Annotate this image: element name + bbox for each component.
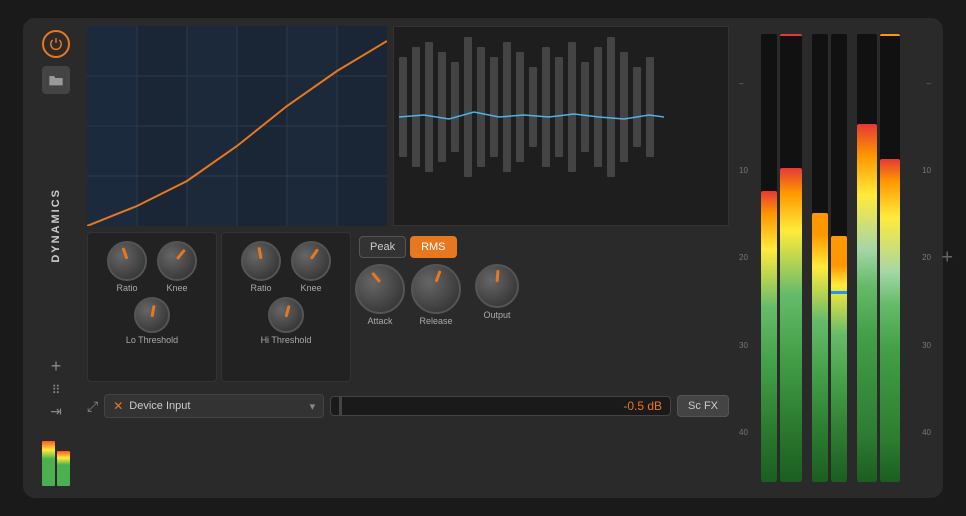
- db-display: -0.5 dB: [330, 396, 671, 416]
- hi-knee-label: Knee: [300, 283, 321, 293]
- device-drag-icon: ⤢: [87, 398, 98, 415]
- attack-release-output: Attack Release Output: [355, 264, 729, 326]
- vu-scale-left: – 10 20 30 40: [739, 30, 759, 486]
- dropdown-chevron: ▾: [310, 400, 316, 413]
- top-row: [87, 26, 729, 226]
- vu-scale-right: – 10 20 30 40: [911, 30, 931, 486]
- output-label: Output: [483, 310, 510, 320]
- hi-threshold-knob-item: Hi Threshold: [261, 297, 312, 345]
- waveform-display: [393, 26, 729, 226]
- output-knob-item: Output: [475, 264, 519, 320]
- hi-ratio-knob[interactable]: [241, 241, 281, 281]
- lo-ratio-knob[interactable]: [107, 241, 147, 281]
- power-button[interactable]: [42, 30, 70, 58]
- add-right-button[interactable]: +: [941, 247, 953, 270]
- db-bar-indicator: [339, 397, 342, 415]
- db-value: -0.5 dB: [623, 399, 662, 413]
- sc-fx-button[interactable]: Sc FX: [677, 395, 729, 417]
- hi-ratio-label: Ratio: [250, 283, 271, 293]
- lo-ratio-knob-item: Ratio: [107, 241, 147, 293]
- plugin-label: DYNAMICS: [50, 188, 62, 263]
- vu-bar-1: [761, 34, 777, 482]
- lo-threshold-label: Lo Threshold: [126, 335, 178, 345]
- folder-button[interactable]: [42, 66, 70, 94]
- controls-row: Ratio Knee Lo Threshold: [87, 232, 729, 382]
- dynamics-plugin: DYNAMICS + ⠿ ⇥: [23, 18, 943, 498]
- hi-threshold-knob[interactable]: [268, 297, 304, 333]
- lo-compressor-group: Ratio Knee Lo Threshold: [87, 232, 217, 382]
- mini-vu-meters: [42, 426, 70, 486]
- vu-bar-6: [880, 34, 900, 482]
- add-left-icon[interactable]: +: [51, 356, 62, 377]
- right-controls: Peak RMS Attack Release Output: [355, 232, 729, 382]
- vu-bar-4: [831, 34, 847, 482]
- lo-threshold-knob-item: Lo Threshold: [126, 297, 178, 345]
- release-knob-item: Release: [411, 264, 461, 326]
- peak-rms-row: Peak RMS: [355, 232, 729, 258]
- route-icon[interactable]: ⇥: [50, 403, 62, 420]
- device-input-close[interactable]: ✕: [113, 399, 123, 413]
- output-knob[interactable]: [475, 264, 519, 308]
- main-content: Ratio Knee Lo Threshold: [87, 26, 729, 490]
- lo-ratio-label: Ratio: [116, 283, 137, 293]
- vu-bar-2: [780, 34, 802, 482]
- peak-button[interactable]: Peak: [359, 236, 406, 258]
- hi-knee-knob-item: Knee: [291, 241, 331, 293]
- bottom-bar: ⤢ ✕ Device Input ▾ -0.5 dB Sc FX: [87, 388, 729, 424]
- attack-knob[interactable]: [355, 264, 405, 314]
- vu-bar-5: [857, 34, 877, 482]
- dots-icon: ⠿: [52, 383, 61, 397]
- device-input-selector[interactable]: ✕ Device Input ▾: [104, 394, 324, 418]
- hi-ratio-knob-item: Ratio: [241, 241, 281, 293]
- vu-bars-area: [759, 30, 911, 486]
- hi-knee-knob[interactable]: [291, 241, 331, 281]
- lo-threshold-knob[interactable]: [134, 297, 170, 333]
- hi-threshold-label: Hi Threshold: [261, 335, 312, 345]
- release-label: Release: [419, 316, 452, 326]
- lo-knee-label: Knee: [166, 283, 187, 293]
- lo-knee-knob-item: Knee: [157, 241, 197, 293]
- lo-knee-knob[interactable]: [157, 241, 197, 281]
- attack-knob-item: Attack: [355, 264, 405, 326]
- attack-label: Attack: [367, 316, 392, 326]
- rms-button[interactable]: RMS: [410, 236, 456, 258]
- release-knob[interactable]: [411, 264, 461, 314]
- right-vu-meters: – 10 20 30 40: [735, 26, 935, 490]
- device-input-label: Device Input: [129, 400, 190, 412]
- vu-bar-3: [812, 34, 828, 482]
- left-sidebar: DYNAMICS + ⠿ ⇥: [31, 26, 81, 490]
- hi-compressor-group: Ratio Knee Hi Threshold: [221, 232, 351, 382]
- transfer-graph: [87, 26, 387, 226]
- sidebar-bottom: + ⠿ ⇥: [42, 356, 70, 486]
